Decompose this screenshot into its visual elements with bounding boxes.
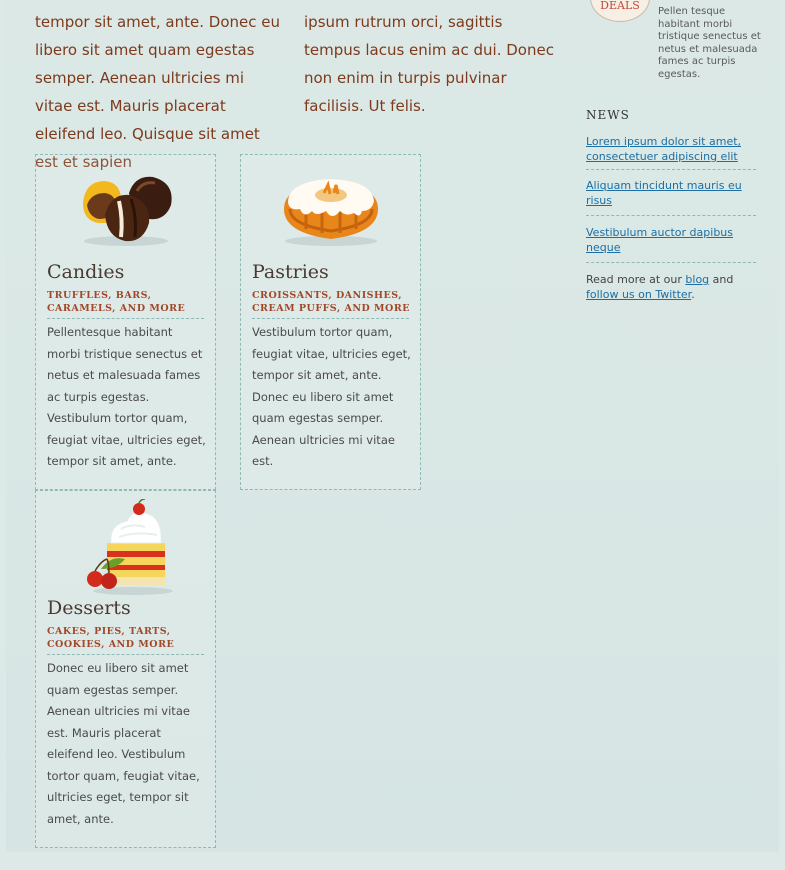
news-link-3[interactable]: Vestibulum auctor dapibus neque xyxy=(586,225,756,255)
intro-text-column-2: ipsum rutrum orci, sagittis tempus lacus… xyxy=(304,13,554,115)
twitter-link[interactable]: follow us on Twitter xyxy=(586,288,691,301)
news-link-2[interactable]: Aliquam tincidunt mauris eu risus xyxy=(586,178,756,208)
card-subtitle: TRUFFLES, BARS, CARAMELS, AND MORE xyxy=(47,290,186,314)
news-divider xyxy=(586,215,756,216)
read-more-text: Read more at our blog and follow us on T… xyxy=(586,272,756,302)
read-more-prefix: Read more at our xyxy=(586,273,682,286)
card-description: Donec eu libero sit amet quam egestas se… xyxy=(47,661,200,826)
chocolate-candies-icon xyxy=(36,163,215,251)
page-content: tempor sit amet, ante. Donec eu libero s… xyxy=(6,0,779,852)
card-description: Pellentesque habitant morbi tristique se… xyxy=(47,325,206,468)
card-divider xyxy=(47,654,204,655)
card-divider xyxy=(252,318,409,319)
news-divider xyxy=(586,262,756,263)
category-card-pastries[interactable]: Pastries CROISSANTS, DANISHES, CREAM PUF… xyxy=(240,154,421,490)
card-subtitle: CROISSANTS, DANISHES, CREAM PUFFS, AND M… xyxy=(252,290,410,314)
category-card-candies[interactable]: Candies TRUFFLES, BARS, CARAMELS, AND MO… xyxy=(35,154,216,490)
blog-link[interactable]: blog xyxy=(685,273,709,286)
card-title[interactable]: Candies xyxy=(47,261,124,283)
card-subtitle: CAKES, PIES, TARTS, COOKIES, AND MORE xyxy=(47,626,175,650)
news-link-1[interactable]: Lorem ipsum dolor sit amet, consectetuer… xyxy=(586,134,756,164)
news-heading: NEWS xyxy=(586,108,630,122)
card-divider xyxy=(47,318,204,319)
card-description: Vestibulum tortor quam, feugiat vitae, u… xyxy=(252,325,411,468)
read-more-and: and xyxy=(712,273,734,286)
intro-text-column-1: tempor sit amet, ante. Donec eu libero s… xyxy=(35,13,280,171)
read-more-suffix: . xyxy=(691,288,695,301)
category-card-desserts[interactable]: Desserts CAKES, PIES, TARTS, COOKIES, AN… xyxy=(35,490,216,848)
bundt-cake-icon xyxy=(241,163,420,251)
card-title[interactable]: Pastries xyxy=(252,261,329,283)
deals-text-flow: Pellen tesque habitant morbi tristique s… xyxy=(658,6,761,80)
layer-cake-slice-icon xyxy=(36,499,215,595)
deals-description: Pellen tesque habitant morbi tristique s… xyxy=(586,6,761,81)
card-title[interactable]: Desserts xyxy=(47,597,131,619)
news-divider xyxy=(586,169,756,170)
